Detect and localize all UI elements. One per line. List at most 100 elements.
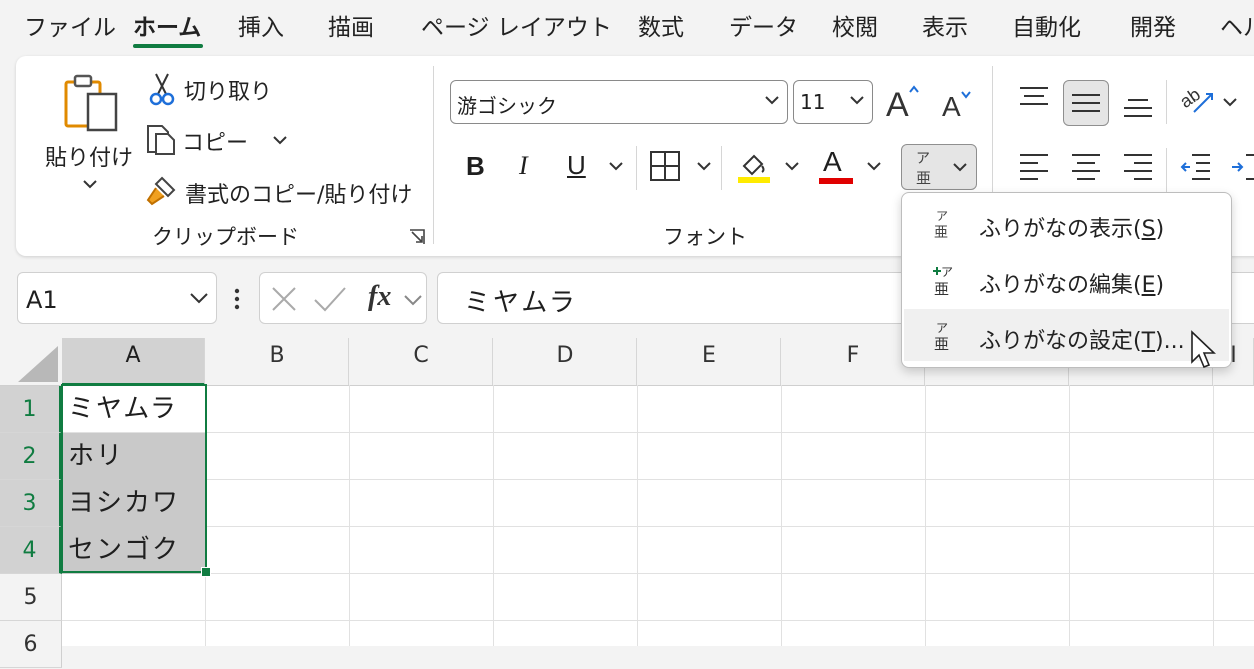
svg-text:亜: 亜 [934,335,949,353]
tab-developer[interactable]: 開発 [1130,8,1176,42]
tab-automate[interactable]: 自動化 [1012,8,1081,42]
increase-indent-icon[interactable] [1230,151,1254,181]
phonetic-dropdown-menu: ア亜 ふりがなの表示(S) ア 亜 ふりがなの編集(E) ア亜 ふりがなの設定(… [901,192,1232,368]
chevron-down-icon[interactable] [402,291,424,309]
gridline [925,385,926,646]
chevron-down-icon [190,293,208,304]
top-align-icon[interactable] [1018,84,1050,114]
furigana-settings-icon: ア亜 [934,321,949,353]
dialog-launcher-icon[interactable] [408,228,426,246]
font-size-value: 11 [800,90,826,114]
clipboard-icon [64,74,118,132]
font-color-button[interactable]: A [819,146,853,186]
tab-view[interactable]: 表示 [922,8,968,42]
menu-item-phonetic-settings[interactable]: ア亜 ふりがなの設定(T)... [904,309,1229,361]
more-options-icon[interactable] [230,286,244,312]
tab-review[interactable]: 校閲 [832,8,878,42]
separator [1166,148,1167,192]
name-box-value: A1 [26,286,58,314]
copy-button[interactable]: コピー [144,120,304,160]
svg-text:亜: 亜 [934,225,948,241]
gridline [781,385,782,646]
fill-color-icon[interactable] [736,148,772,184]
chevron-down-icon[interactable] [784,160,800,172]
font-group-label: フォント [663,225,747,249]
tab-file[interactable]: ファイル [24,8,116,42]
gridline [493,385,494,646]
furigana-show-icon: ア亜 [934,209,948,241]
mouse-cursor-icon [1191,330,1216,369]
copy-icon [147,125,175,155]
decrease-indent-icon[interactable] [1180,151,1212,181]
fill-handle[interactable] [201,567,211,577]
phonetic-guide-button[interactable]: ア 亜 [901,144,977,190]
cancel-icon[interactable] [270,285,298,313]
middle-align-button[interactable] [1063,80,1109,126]
tab-home[interactable]: ホーム [133,8,201,42]
paste-button[interactable]: 貼り付け [40,70,152,200]
separator [433,66,434,244]
tab-data[interactable]: データ [729,8,798,42]
italic-button[interactable]: I [519,151,528,181]
paste-label: 貼り付け [45,146,134,171]
chevron-down-icon[interactable] [1222,96,1238,108]
tab-formulas[interactable]: 数式 [638,8,684,42]
chevron-down-icon[interactable] [866,160,882,172]
underline-button[interactable]: U [567,150,586,181]
menu-item-show-phonetic[interactable]: ア亜 ふりがなの表示(S) [904,197,1229,249]
font-family-combo[interactable]: 游ゴシック [450,80,788,124]
column-header-a[interactable]: A [62,338,205,386]
gridline [1213,385,1214,646]
worksheet-grid: A B C D E F G H I 1 2 3 4 5 6 ミヤムラ ホリ ヨシ… [0,338,1254,668]
row-header-2[interactable]: 2 [0,433,62,480]
phonetic-bottom-glyph: 亜 [916,169,932,187]
formula-value: ミヤムラ [464,288,578,318]
tab-insert[interactable]: 挿入 [238,8,284,42]
bold-button[interactable]: B [466,151,485,182]
row-header-4[interactable]: 4 [0,527,62,574]
align-center-icon[interactable] [1070,151,1102,181]
bottom-align-icon[interactable] [1122,90,1154,120]
tab-help[interactable]: ヘル [1220,8,1254,42]
format-painter-label: 書式のコピー/貼り付け [185,183,413,208]
chevron-down-icon [850,96,864,105]
phonetic-top-glyph: ア [916,151,930,167]
scissors-icon [149,73,175,106]
column-header-e[interactable]: E [638,338,781,385]
tab-page-layout[interactable]: ページ レイアウト [421,8,612,42]
gridline [62,573,1254,574]
column-header-c[interactable]: C [350,338,493,385]
font-size-combo[interactable]: 11 [793,80,873,124]
column-header-b[interactable]: B [206,338,349,385]
chevron-down-icon[interactable] [696,160,712,172]
select-all-icon[interactable] [18,346,58,382]
font-family-value: 游ゴシック [457,94,557,118]
borders-icon[interactable] [649,150,681,182]
row-header-1[interactable]: 1 [0,386,62,433]
name-box[interactable]: A1 [17,272,217,324]
row-header-5[interactable]: 5 [0,574,62,621]
confirm-icon[interactable] [312,285,348,313]
align-right-icon[interactable] [1122,151,1154,181]
orientation-icon[interactable]: ab [1178,82,1218,118]
gridline [637,385,638,646]
chevron-down-icon[interactable] [272,134,288,146]
increase-font-size-icon[interactable]: A [884,82,924,122]
separator [1166,80,1167,124]
gridline [349,385,350,646]
svg-text:ア: ア [936,321,948,335]
insert-function-button[interactable]: fx [368,281,391,313]
column-header-d[interactable]: D [494,338,637,385]
tab-draw[interactable]: 描画 [328,8,374,42]
chevron-down-icon [953,163,967,172]
row-header-3[interactable]: 3 [0,480,62,527]
font-color-glyph: A [823,146,842,177]
decrease-font-size-icon[interactable]: A [938,86,974,122]
chevron-down-icon[interactable] [608,160,624,172]
align-left-icon[interactable] [1018,151,1050,181]
menu-item-edit-phonetic[interactable]: ア 亜 ふりがなの編集(E) [904,253,1229,305]
font-color-swatch [819,178,853,184]
row-header-6[interactable]: 6 [0,621,62,668]
format-painter-button[interactable]: 書式のコピー/貼り付け [144,172,414,212]
cut-button[interactable]: 切り取り [146,70,296,110]
